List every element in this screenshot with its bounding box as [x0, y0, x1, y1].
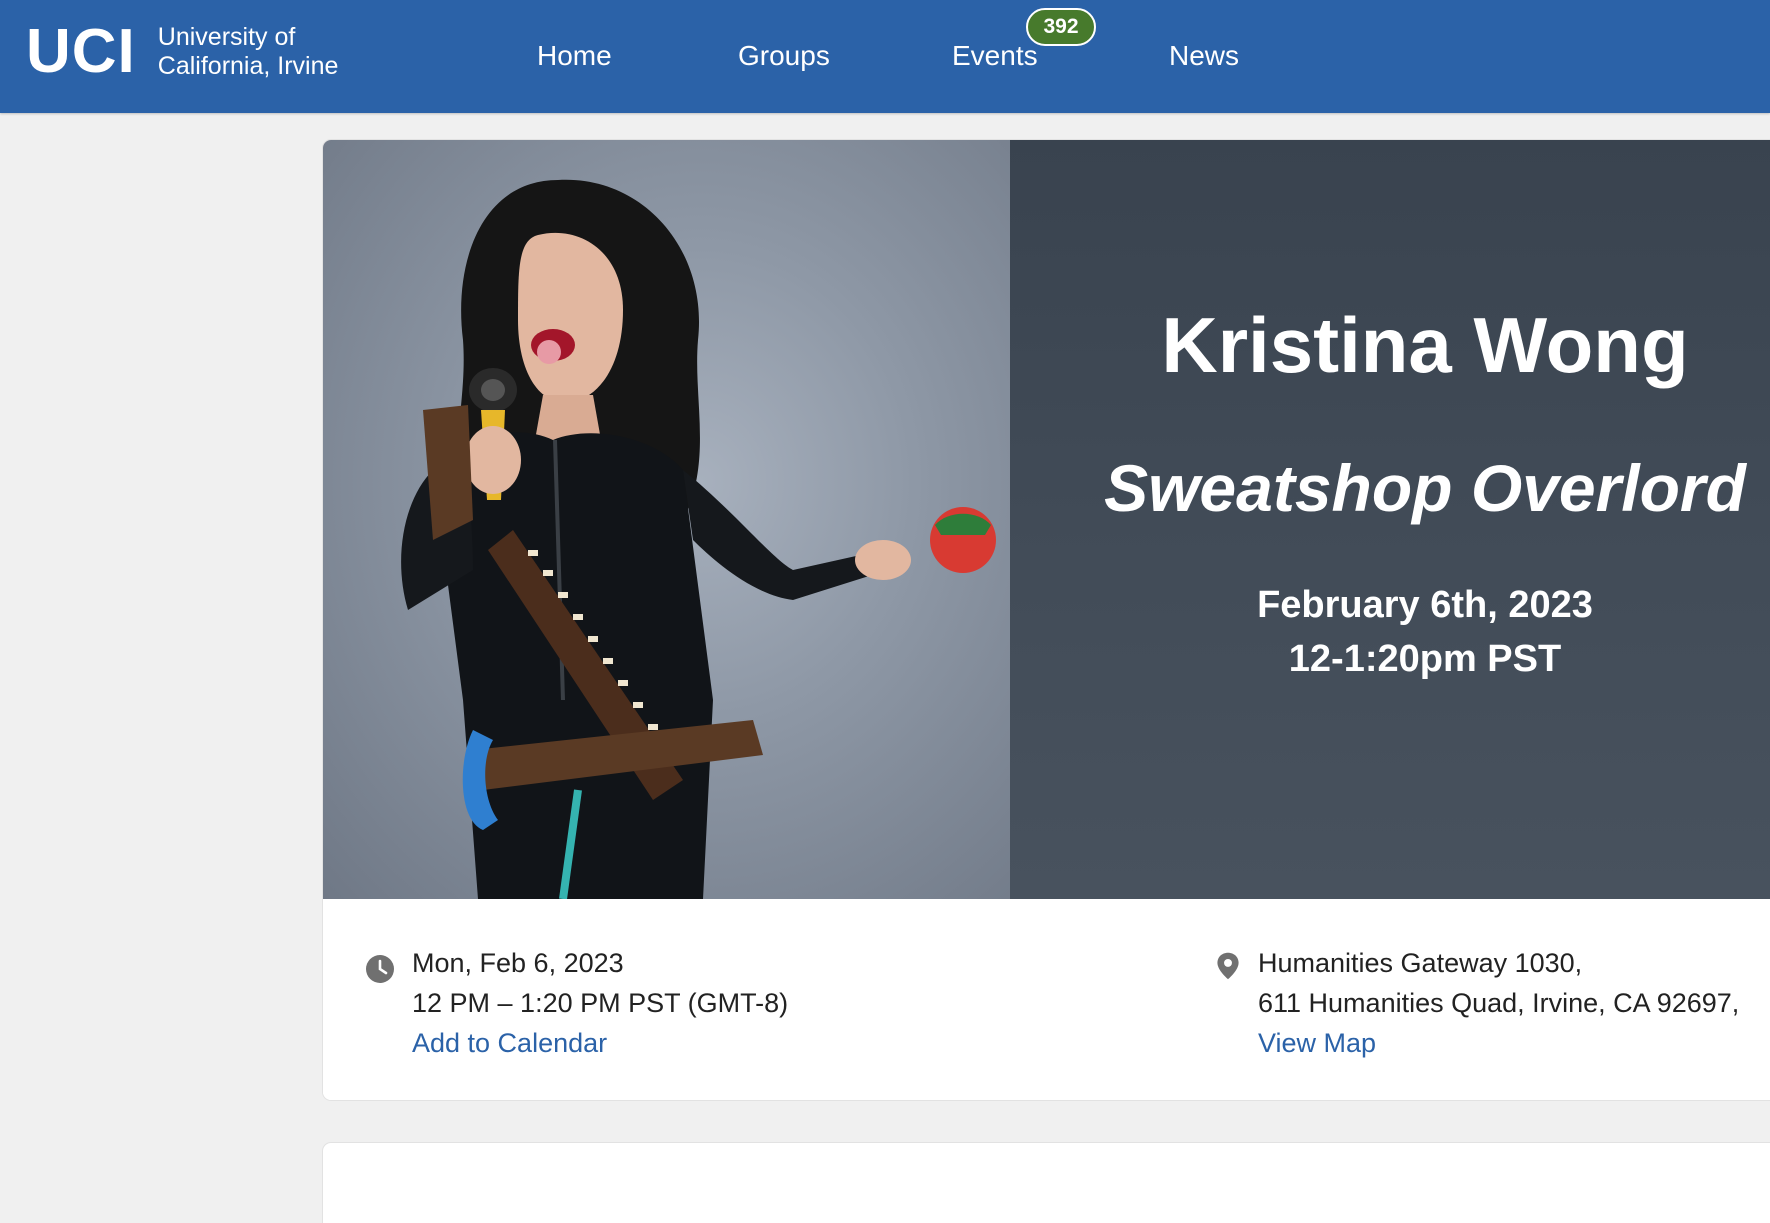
- event-date: Mon, Feb 6, 2023: [412, 948, 624, 978]
- clock-icon: [366, 955, 394, 983]
- map-pin-icon: [1217, 952, 1239, 980]
- top-navigation-bar: UCI University of California, Irvine Hom…: [0, 0, 1770, 113]
- banner-time: 12-1:20pm PST: [1288, 638, 1562, 680]
- event-banner-image: Kristina Wong Sweatshop Overlord Februar…: [323, 140, 1770, 899]
- banner-date: February 6th, 2023: [1257, 584, 1593, 626]
- event-location: Humanities Gateway 1030, 611 Humanities …: [1258, 943, 1739, 1063]
- event-description-card: [323, 1143, 1770, 1223]
- events-count-badge: 392: [1026, 8, 1096, 46]
- event-card: Kristina Wong Sweatshop Overlord Februar…: [323, 140, 1770, 1100]
- nav-events-link[interactable]: Events: [952, 36, 1038, 76]
- nav-news-link[interactable]: News: [1169, 36, 1239, 76]
- banner-performer-name: Kristina Wong: [1161, 301, 1689, 389]
- uci-logo-mark: UCI: [26, 17, 136, 86]
- location-line-1: Humanities Gateway 1030,: [1258, 948, 1583, 978]
- uci-logo-link[interactable]: UCI University of California, Irvine: [26, 20, 338, 84]
- performer-photo-illustration: [401, 179, 996, 899]
- banner-date-time: February 6th, 2023 12-1:20pm PST: [1010, 578, 1770, 686]
- logo-text-line-2: California, Irvine: [157, 52, 339, 80]
- nav-home-link[interactable]: Home: [537, 36, 612, 76]
- nav-groups-link[interactable]: Groups: [738, 36, 830, 76]
- banner-show-title: Sweatshop Overlord: [1104, 451, 1746, 525]
- event-datetime: Mon, Feb 6, 2023 12 PM – 1:20 PM PST (GM…: [412, 943, 788, 1063]
- view-map-link[interactable]: View Map: [1258, 1023, 1376, 1063]
- add-to-calendar-link[interactable]: Add to Calendar: [412, 1023, 607, 1063]
- location-line-2: 611 Humanities Quad, Irvine, CA 92697,: [1258, 988, 1740, 1018]
- uci-logo-text: University of California, Irvine: [158, 23, 339, 81]
- performer-photo: [323, 140, 1010, 899]
- logo-text-line-1: University of: [157, 23, 296, 51]
- event-details-row: Mon, Feb 6, 2023 12 PM – 1:20 PM PST (GM…: [323, 899, 1770, 1100]
- event-banner-text-panel: Kristina Wong Sweatshop Overlord Februar…: [1010, 140, 1770, 899]
- event-time: 12 PM – 1:20 PM PST (GMT-8): [412, 988, 789, 1018]
